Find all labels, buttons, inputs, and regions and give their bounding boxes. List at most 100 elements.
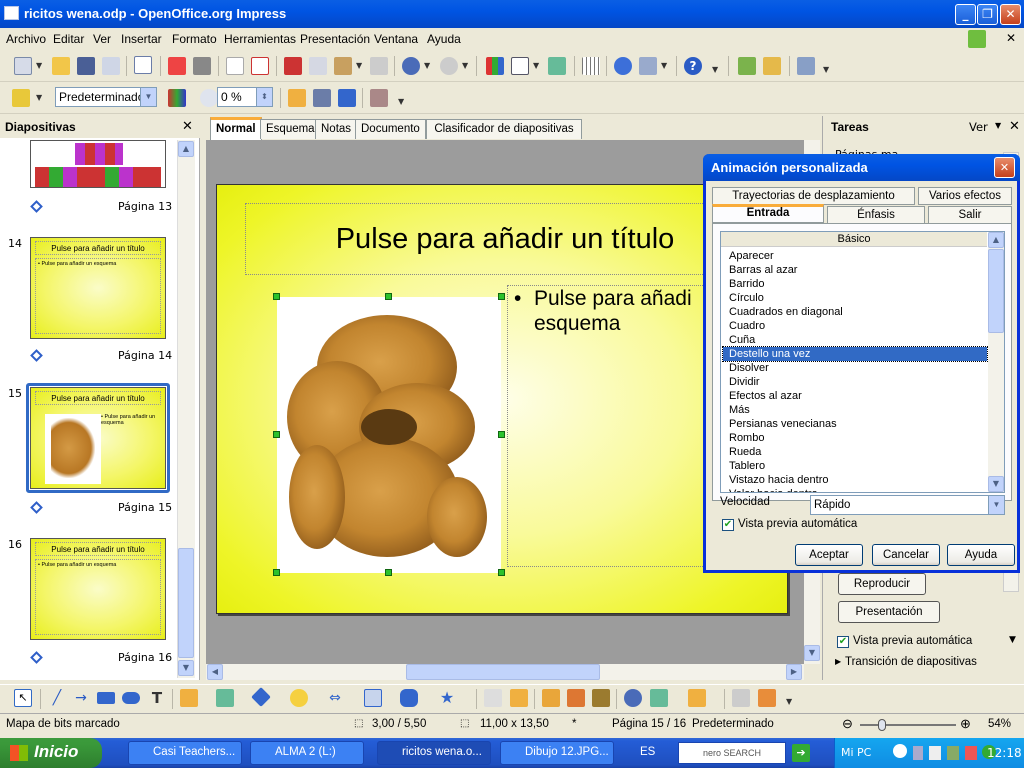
effect-item[interactable]: Destello una vez — [722, 346, 988, 362]
block-arrows-icon[interactable]: ⇔ — [326, 689, 344, 707]
tab-clasificador[interactable]: Clasificador de diapositivas — [426, 119, 582, 139]
zoom-dropdown-icon[interactable]: ▼ — [661, 61, 667, 70]
dialog-close-button[interactable]: ✕ — [994, 157, 1015, 178]
effects-list[interactable]: Básico Aparecer Barras al azar Barrido Círc… — [720, 231, 1005, 493]
scroll-left-icon[interactable]: ◀ — [207, 664, 223, 680]
clone-format-icon[interactable] — [370, 57, 388, 75]
scroll-thumb[interactable] — [988, 249, 1004, 333]
zoom-slider-knob[interactable] — [878, 719, 886, 731]
dialog-auto-preview-checkbox[interactable]: ✔ — [722, 519, 734, 531]
effect-item[interactable]: Rueda — [723, 445, 987, 459]
redo-icon[interactable] — [440, 57, 458, 75]
rectangle-icon[interactable] — [97, 692, 115, 704]
help-icon[interactable]: ? — [684, 57, 702, 75]
menu-ver[interactable]: Ver — [93, 32, 111, 46]
effect-item[interactable]: Persianas venecianas — [723, 417, 987, 431]
save-icon[interactable] — [77, 57, 95, 75]
slide-transition-section[interactable]: Transición de diapositivas — [845, 656, 977, 668]
menu-presentacion[interactable]: Presentación — [300, 32, 370, 46]
close-panel-icon[interactable]: ✕ — [182, 119, 193, 134]
slide-title-placeholder[interactable]: Pulse para añadir un título — [245, 203, 765, 275]
scroll-down-icon[interactable]: ▼ — [804, 645, 820, 661]
cut-icon[interactable] — [284, 57, 302, 75]
line-tool-icon[interactable]: ╱ — [48, 689, 66, 707]
clock[interactable]: 12:18 — [987, 746, 1022, 760]
my-pc-label[interactable]: Mi PC — [841, 746, 871, 759]
tab-esquema[interactable]: Esquema — [260, 119, 321, 139]
email-icon[interactable] — [102, 57, 120, 75]
transparency-spinner[interactable]: 0 % ⬍ — [217, 87, 273, 107]
tab-normal[interactable]: Normal — [210, 117, 262, 140]
scroll-down-icon[interactable]: ▼ — [988, 476, 1004, 492]
tab-exit[interactable]: Salir — [928, 206, 1012, 224]
menu-archivo[interactable]: Archivo — [6, 32, 46, 46]
slideshow-button[interactable]: Presentación — [838, 601, 940, 623]
effect-item[interactable]: Cuadro — [723, 319, 987, 333]
effect-item[interactable]: Barrido — [723, 277, 987, 291]
effect-item[interactable]: Cuña — [723, 333, 987, 347]
close-taskpane-icon[interactable]: ✕ — [1009, 119, 1020, 134]
table-dropdown-icon[interactable]: ▼ — [533, 61, 539, 70]
help-button[interactable]: Ayuda — [947, 544, 1015, 566]
status-zoom[interactable]: 54% — [988, 718, 1011, 730]
effect-item[interactable]: Tablero — [723, 459, 987, 473]
zoom-slider[interactable] — [860, 724, 956, 726]
update-icon[interactable] — [968, 30, 986, 48]
slide-layout-icon[interactable] — [763, 57, 781, 75]
start-button[interactable]: Inicio — [0, 738, 102, 768]
stars-icon[interactable]: ★ — [438, 689, 456, 707]
toolbar-options-icon[interactable]: ▼ — [712, 65, 718, 74]
expand-arrow-icon[interactable]: ▶ — [835, 657, 841, 666]
scroll-thumb[interactable] — [178, 548, 194, 658]
ok-button[interactable]: Aceptar — [795, 544, 863, 566]
symbol-shapes-icon[interactable] — [290, 689, 308, 707]
slide-thumbnail-13[interactable] — [30, 140, 166, 188]
undo-dropdown-icon[interactable]: ▼ — [424, 61, 430, 70]
slide-show-icon[interactable] — [797, 57, 815, 75]
search-go-icon[interactable]: ➔ — [792, 744, 810, 762]
nero-search-box[interactable]: nero SEARCH — [678, 742, 786, 764]
copy-icon[interactable] — [309, 57, 327, 75]
effects-scrollbar[interactable]: ▲ ▼ — [988, 232, 1004, 492]
extrusion-icon[interactable] — [732, 689, 750, 707]
resize-handle[interactable] — [273, 293, 280, 300]
device-icon[interactable] — [929, 746, 941, 760]
auto-preview-checkbox[interactable]: ✔ — [837, 636, 849, 648]
menu-formato[interactable]: Formato — [172, 32, 217, 46]
flowchart-icon[interactable] — [364, 689, 382, 707]
bluetooth-icon[interactable] — [913, 746, 923, 760]
effect-item[interactable]: Aparecer — [723, 249, 987, 263]
redo-dropdown-icon[interactable]: ▼ — [462, 61, 468, 70]
autospellcheck-icon[interactable] — [251, 57, 269, 75]
area-icon[interactable] — [338, 89, 356, 107]
export-pdf-icon[interactable] — [168, 57, 186, 75]
drawbar-options-icon[interactable]: ▼ — [786, 697, 792, 706]
effect-item[interactable]: Círculo — [723, 291, 987, 305]
menu-insertar[interactable]: Insertar — [121, 32, 162, 46]
resize-handle[interactable] — [498, 293, 505, 300]
task-pane-view-menu[interactable]: Ver — [969, 120, 988, 134]
graphics-filter-icon[interactable] — [168, 89, 186, 107]
resize-handle[interactable] — [273, 569, 280, 576]
callouts-icon[interactable] — [400, 689, 418, 707]
paste-icon[interactable] — [334, 57, 352, 75]
zoom-icon[interactable] — [639, 57, 657, 75]
tab-notas[interactable]: Notas — [315, 119, 358, 139]
curve-icon[interactable] — [180, 689, 198, 707]
open-folder-icon[interactable] — [52, 57, 70, 75]
from-file-icon[interactable] — [567, 689, 585, 707]
effect-item[interactable]: Volar hacia dentro — [723, 487, 987, 492]
close-document-icon[interactable]: ✕ — [1006, 31, 1016, 45]
slide-thumbnail-16[interactable]: Pulse para añadir un título • Pulse para… — [30, 538, 166, 640]
basic-shapes-icon[interactable] — [251, 687, 271, 707]
taskbar-button[interactable]: ALMA 2 (L:) — [250, 741, 364, 765]
effects-dropdown-icon[interactable]: ▼ — [36, 93, 42, 102]
crop-icon[interactable] — [288, 89, 306, 107]
resize-handle[interactable] — [385, 569, 392, 576]
scroll-down-icon[interactable]: ▼ — [178, 660, 194, 676]
resize-handle[interactable] — [498, 431, 505, 438]
effects-icon[interactable] — [12, 89, 30, 107]
menu-editar[interactable]: Editar — [53, 32, 84, 46]
table-icon[interactable] — [511, 57, 529, 75]
window-titlebar[interactable]: ricitos wena.odp - OpenOffice.org Impres… — [0, 0, 1024, 28]
